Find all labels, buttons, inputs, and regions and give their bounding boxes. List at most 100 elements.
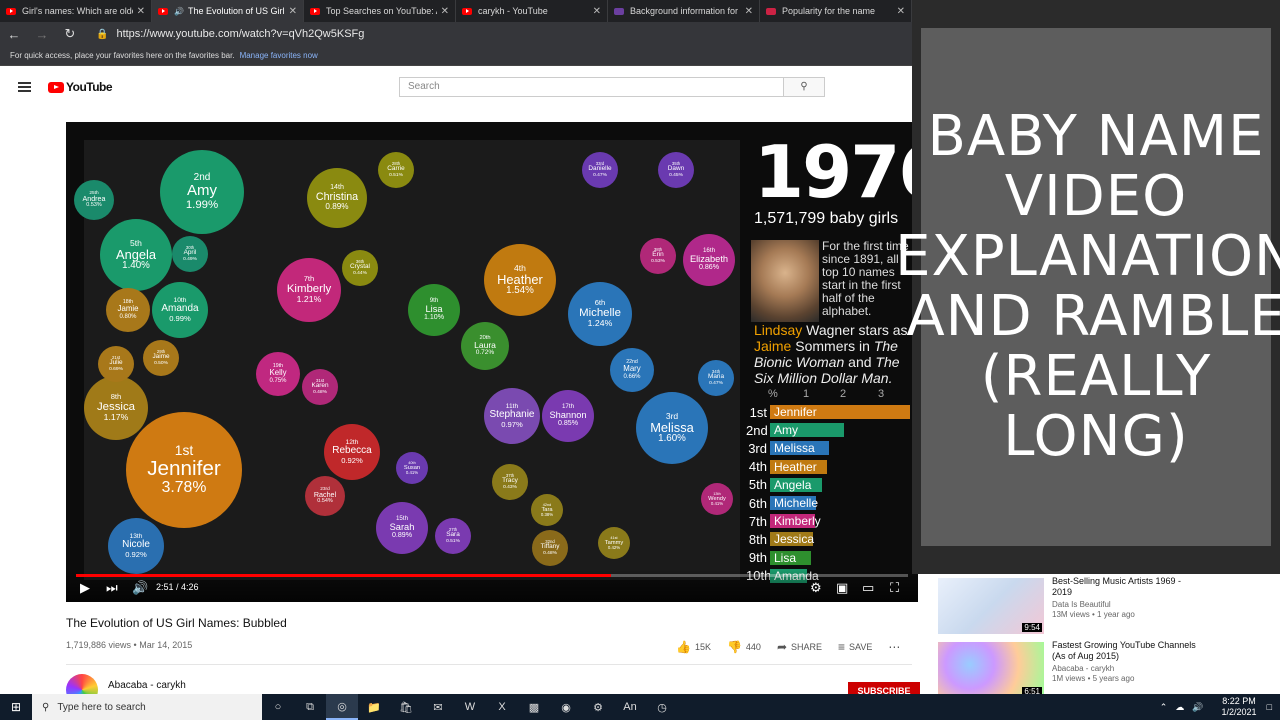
browser-tab[interactable]: 🔊The Evolution of US Girl Na ✕ (152, 0, 304, 22)
word-icon[interactable]: W (454, 694, 486, 720)
recommended-title[interactable]: Best-Selling Music Artists 1969 - 2019 (1052, 576, 1202, 598)
screen: Girl's names: Which are oldest vs✕🔊The E… (0, 0, 1280, 720)
miniplayer-icon[interactable]: ▣ (836, 580, 848, 596)
close-icon[interactable]: ✕ (137, 6, 145, 17)
excel-icon[interactable]: X (486, 694, 518, 720)
rank-name: Melissa (774, 441, 815, 456)
name-bubble: 20th Laura 0.72% (461, 322, 509, 370)
browser-tab[interactable]: Top Searches on YouTube: Augu ✕ (304, 0, 456, 22)
more-button[interactable]: ⋯ (888, 640, 904, 654)
recommended-channel[interactable]: Abacaba - carykh (1052, 664, 1114, 673)
divider (66, 664, 912, 665)
name-bubble: 2nd Amy 1.99% (160, 150, 244, 234)
name-bubble: 13th Nicole 0.92% (108, 518, 164, 574)
video-thumbnail[interactable]: 9:54 (938, 578, 1044, 634)
address-bar: ← → ↻ 🔒 https://www.youtube.com/watch?v=… (0, 22, 912, 46)
youtube-logo[interactable]: YouTube (48, 80, 113, 94)
close-icon[interactable]: ✕ (593, 6, 601, 17)
tray-up-icon[interactable]: ⌃ (1160, 702, 1168, 713)
task-view-icon[interactable]: ⧉ (294, 694, 326, 720)
browser-tab[interactable]: Girl's names: Which are oldest vs ✕ (0, 0, 152, 22)
dislike-button[interactable]: 👎 440 (727, 640, 761, 654)
channel-name[interactable]: Abacaba - carykh (108, 680, 186, 691)
recommended-title[interactable]: Fastest Growing YouTube Channels (As of … (1052, 640, 1202, 662)
recommended-video[interactable]: 9:54 Best-Selling Music Artists 1969 - 20… (936, 576, 1276, 634)
volume-icon[interactable]: 🔊 (132, 580, 148, 596)
menu-icon[interactable] (18, 80, 31, 94)
store-icon[interactable]: 🛍 (390, 694, 422, 720)
bubble-pct: 0.54% (317, 498, 333, 505)
name-bubble: 13th Wendy 0.41% (701, 483, 733, 515)
close-icon[interactable]: ✕ (745, 6, 753, 17)
cortana-icon[interactable]: ○ (262, 694, 294, 720)
clock-app-icon[interactable]: ◷ (646, 694, 678, 720)
notifications-icon[interactable]: □ (1267, 702, 1272, 712)
forward-icon[interactable]: → (28, 27, 56, 42)
network-icon[interactable]: ☁ (1175, 702, 1184, 713)
save-button[interactable]: ≡ SAVE (838, 640, 872, 654)
bubble-pct: 0.53% (651, 259, 665, 265)
rank-bar: Amy (770, 423, 844, 438)
taskbar-search-input[interactable]: ⚲ Type here to search (32, 694, 262, 720)
refresh-icon[interactable]: ↻ (56, 26, 84, 42)
fullscreen-icon[interactable]: ⛶ (890, 580, 899, 596)
bubble-pct: 0.45% (669, 173, 683, 179)
clock[interactable]: 8:22 PM 1/2/2021 (1222, 696, 1257, 718)
recommended-channel[interactable]: Data Is Beautiful (1052, 600, 1111, 609)
browser-tab[interactable]: carykh - YouTube ✕ (456, 0, 608, 22)
file-explorer-icon[interactable]: 📁 (358, 694, 390, 720)
bubble-pct: 0.38% (540, 511, 554, 517)
windows-start-icon[interactable]: ⊞ (0, 700, 32, 714)
bookmark-icon (766, 7, 776, 15)
thumbs-up-icon: 👍 (676, 640, 691, 654)
media-icon[interactable]: ◉ (550, 694, 582, 720)
rank-row: 3rd Melissa (746, 440, 830, 456)
bubble-pct: 0.41% (710, 500, 724, 506)
favorites-hint: For quick access, place your favorites h… (10, 51, 235, 60)
mail-icon[interactable]: ✉ (422, 694, 454, 720)
bubble-pct: 0.51% (446, 539, 460, 545)
name-bubble: 33rd Danielle 0.47% (582, 152, 618, 188)
play-icon[interactable]: ▶ (80, 580, 90, 596)
bubble-pct: 1.40% (122, 260, 150, 272)
browser-tab[interactable]: Popularity for the name ✕ (760, 0, 912, 22)
url-field[interactable]: https://www.youtube.com/watch?v=qVh2Qw5K… (116, 28, 364, 40)
browser-tab[interactable]: Background information for pop ✕ (608, 0, 760, 22)
rank-label: 4th (748, 459, 767, 475)
close-icon[interactable]: ✕ (441, 6, 449, 17)
steam-icon[interactable]: ⚙ (582, 694, 614, 720)
name-bubble: 21st Julie 0.69% (98, 346, 134, 382)
bubble-pct: 0.80% (119, 313, 137, 320)
theater-icon[interactable]: ▭ (862, 580, 874, 596)
progress-played (76, 574, 611, 577)
manage-favorites-link[interactable]: Manage favorites now (240, 51, 318, 60)
recommended-views: 1M views • 5 years ago (1052, 674, 1135, 683)
terminal-icon[interactable]: ▩ (518, 694, 550, 720)
video-player[interactable]: 2nd Amy 1.99% 5th Angela 1.40% 7th Kimberly 1.21… (66, 122, 918, 602)
search-button[interactable]: ⚲ (783, 77, 825, 97)
bubble-pct: 0.49% (183, 257, 197, 263)
rank-row: 6th Michelle (746, 495, 818, 511)
next-icon[interactable]: ⏭ (106, 580, 118, 596)
bubble-pct: 0.85% (557, 420, 579, 428)
video-thumbnail[interactable]: 6:51 (938, 642, 1044, 698)
bubble-pct: 0.42% (607, 544, 621, 550)
volume-icon[interactable]: 🔊 (1192, 702, 1203, 713)
edge-icon[interactable]: ◎ (326, 694, 358, 720)
rank-name: Lisa (774, 550, 797, 565)
recommended-video[interactable]: 6:51 Fastest Growing YouTube Channels (As… (936, 640, 1276, 698)
progress-bar[interactable] (76, 574, 908, 577)
bubble-name: Heather (497, 271, 543, 287)
back-icon[interactable]: ← (0, 27, 28, 42)
bubble-pct: 1.21% (296, 294, 322, 305)
name-bubble: 28th Carrie 0.51% (378, 152, 414, 188)
audio-icon[interactable]: 🔊 (174, 7, 184, 16)
close-icon[interactable]: ✕ (289, 6, 297, 17)
share-button[interactable]: ➦ SHARE (777, 640, 822, 654)
like-button[interactable]: 👍 15K (676, 640, 711, 654)
name-bubble: 30th April 0.49% (172, 236, 208, 272)
search-input[interactable]: Search (399, 77, 784, 97)
animate-icon[interactable]: An (614, 694, 646, 720)
close-icon[interactable]: ✕ (897, 6, 905, 17)
settings-icon[interactable]: ⚙ (810, 580, 822, 596)
